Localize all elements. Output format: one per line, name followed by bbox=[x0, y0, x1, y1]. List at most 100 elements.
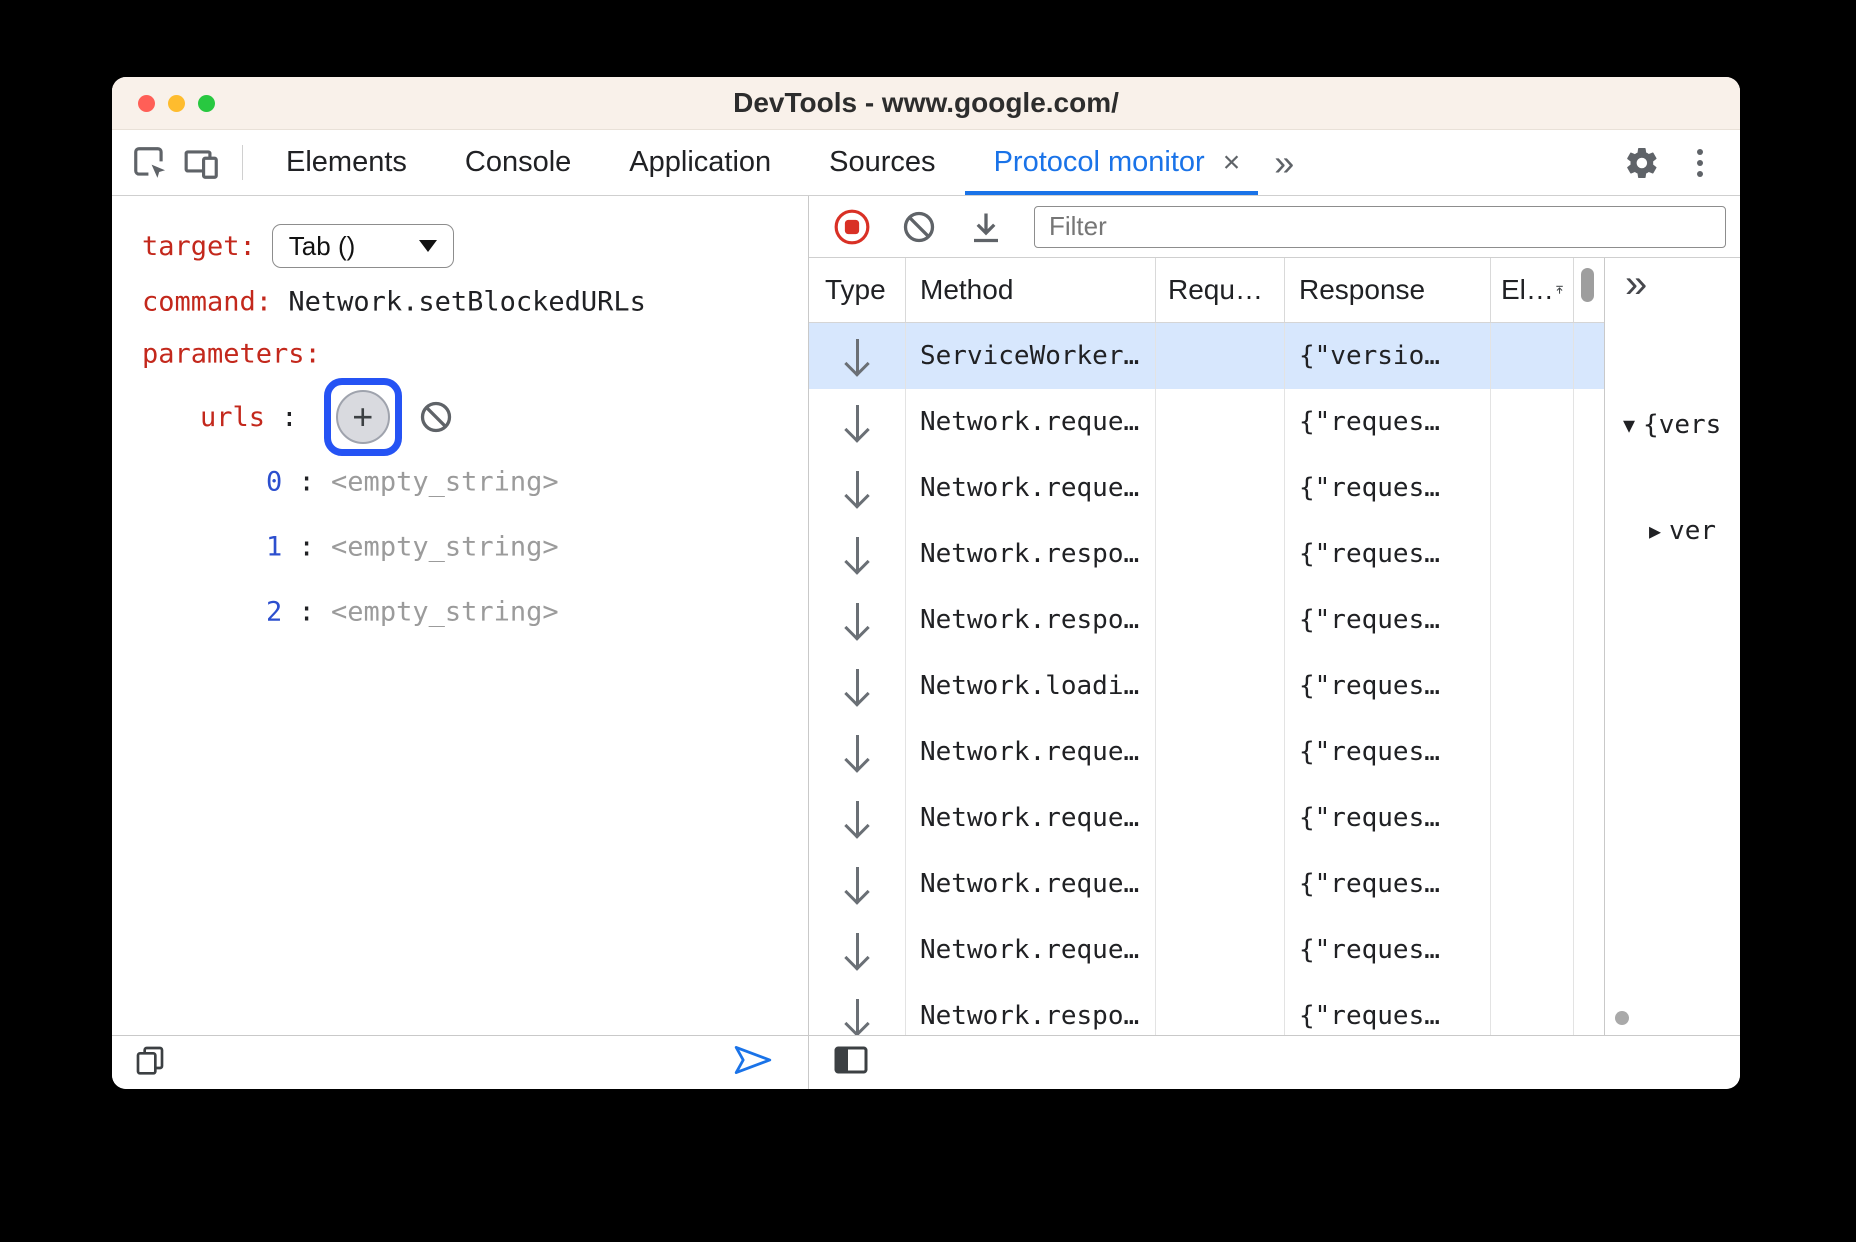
clear-icon bbox=[901, 209, 937, 245]
tab-application[interactable]: Application bbox=[600, 130, 800, 195]
record-button[interactable] bbox=[833, 208, 871, 246]
copy-icon bbox=[134, 1044, 166, 1076]
url-entry-value[interactable]: <empty_string> bbox=[331, 597, 559, 628]
clear-button[interactable] bbox=[900, 208, 938, 246]
table-scrollbar-thumb[interactable] bbox=[1581, 268, 1594, 302]
method-cell: ServiceWorker… bbox=[906, 323, 1156, 389]
tab-sources[interactable]: Sources bbox=[800, 130, 964, 195]
send-command-button[interactable] bbox=[732, 1043, 774, 1082]
received-event-icon bbox=[856, 405, 859, 439]
table-row[interactable]: Network.reque… {"reques… bbox=[809, 719, 1604, 785]
sidebar-scrollbar-thumb[interactable] bbox=[1615, 1011, 1629, 1025]
target-key: target: bbox=[142, 231, 256, 262]
parameters-row: parameters: bbox=[142, 339, 321, 370]
received-event-icon bbox=[856, 339, 859, 373]
table-row[interactable]: Network.loadi… {"reques… bbox=[809, 653, 1604, 719]
method-cell: Network.respo… bbox=[906, 587, 1156, 653]
more-options-button[interactable] bbox=[1678, 141, 1722, 185]
url-entry-value[interactable]: <empty_string> bbox=[331, 467, 559, 498]
expand-sidebar-button[interactable]: » bbox=[1625, 260, 1647, 308]
monitor-body: Type Method Requ… Response El… ServiceWo… bbox=[809, 258, 1740, 1035]
method-cell: Network.loadi… bbox=[906, 653, 1156, 719]
chevron-double-right-icon: » bbox=[1625, 262, 1647, 306]
tree-item-label: ver bbox=[1669, 516, 1716, 546]
response-cell: {"reques… bbox=[1285, 389, 1491, 455]
urls-row: urls : + bbox=[200, 378, 454, 456]
tabbar-tool-icons bbox=[112, 130, 234, 195]
tabbar-separator bbox=[242, 145, 243, 180]
response-cell: {"versio… bbox=[1285, 323, 1491, 389]
received-event-icon bbox=[856, 471, 859, 505]
response-cell: {"reques… bbox=[1285, 521, 1491, 587]
panel-tabs: Elements Console Application Sources Pro… bbox=[257, 130, 1310, 195]
tree-item[interactable]: ▸ ver bbox=[1623, 508, 1740, 554]
response-cell: {"reques… bbox=[1285, 719, 1491, 785]
tab-elements[interactable]: Elements bbox=[257, 130, 436, 195]
delete-parameter-button[interactable] bbox=[418, 399, 454, 435]
maximize-window-button[interactable] bbox=[198, 95, 215, 112]
method-cell: Network.respo… bbox=[906, 521, 1156, 587]
target-row: target: Tab () bbox=[142, 224, 454, 268]
command-value[interactable]: Network.setBlockedURLs bbox=[288, 287, 646, 318]
method-cell: Network.respo… bbox=[906, 983, 1156, 1035]
tab-protocol-monitor[interactable]: Protocol monitor × bbox=[965, 130, 1259, 195]
settings-button[interactable] bbox=[1620, 141, 1664, 185]
traffic-lights bbox=[138, 77, 215, 129]
annotation-highlight: + bbox=[324, 378, 402, 456]
chevron-double-right-icon: » bbox=[1274, 142, 1294, 184]
command-row: command: Network.setBlockedURLs bbox=[142, 287, 646, 318]
url-entry-row[interactable]: 0 : <empty_string> bbox=[266, 467, 559, 498]
toggle-editor-panel-button[interactable] bbox=[833, 1043, 869, 1082]
url-entry-row[interactable]: 1 : <empty_string> bbox=[266, 532, 559, 563]
column-header-request[interactable]: Requ… bbox=[1156, 258, 1285, 322]
tree-item[interactable]: ▾ {vers bbox=[1623, 402, 1740, 448]
received-event-icon bbox=[856, 669, 859, 703]
editor-bottom-bar bbox=[112, 1036, 809, 1089]
table-row[interactable]: Network.reque… {"reques… bbox=[809, 455, 1604, 521]
close-window-button[interactable] bbox=[138, 95, 155, 112]
url-entry-row[interactable]: 2 : <empty_string> bbox=[266, 597, 559, 628]
more-tabs-button[interactable]: » bbox=[1258, 130, 1310, 195]
target-select[interactable]: Tab () bbox=[272, 224, 454, 268]
close-tab-icon[interactable]: × bbox=[1223, 148, 1241, 178]
table-row[interactable]: Network.reque… {"reques… bbox=[809, 785, 1604, 851]
received-event-icon bbox=[856, 603, 859, 637]
response-cell: {"reques… bbox=[1285, 587, 1491, 653]
tabbar-right-controls bbox=[1620, 130, 1740, 195]
triangle-right-icon[interactable]: ▸ bbox=[1649, 517, 1661, 546]
add-url-button[interactable]: + bbox=[336, 390, 390, 444]
table-row[interactable]: Network.respo… {"reques… bbox=[809, 521, 1604, 587]
parameters-key: parameters: bbox=[142, 339, 321, 370]
inspect-element-button[interactable] bbox=[128, 141, 172, 185]
protocol-editor-panel: target: Tab () command: Network.setBlock… bbox=[112, 196, 809, 1035]
filter-input[interactable] bbox=[1034, 206, 1726, 248]
method-cell: Network.reque… bbox=[906, 389, 1156, 455]
dropdown-caret-icon bbox=[419, 240, 437, 252]
table-row[interactable]: Network.reque… {"reques… bbox=[809, 851, 1604, 917]
table-row[interactable]: Network.respo… {"reques… bbox=[809, 587, 1604, 653]
column-header-method[interactable]: Method bbox=[906, 258, 1156, 322]
url-entry-value[interactable]: <empty_string> bbox=[331, 532, 559, 563]
column-header-response[interactable]: Response bbox=[1285, 258, 1491, 322]
monitor-toolbar bbox=[809, 196, 1740, 258]
column-header-type[interactable]: Type bbox=[809, 258, 906, 322]
save-button[interactable] bbox=[967, 208, 1005, 246]
device-toolbar-button[interactable] bbox=[180, 141, 224, 185]
triangle-down-icon[interactable]: ▾ bbox=[1623, 411, 1635, 440]
received-event-icon bbox=[856, 537, 859, 571]
response-tree: ▾ {vers ▸ ver bbox=[1623, 342, 1740, 614]
table-row[interactable]: Network.reque… {"reques… bbox=[809, 917, 1604, 983]
response-cell: {"reques… bbox=[1285, 455, 1491, 521]
table-row[interactable]: ServiceWorker… {"versio… bbox=[809, 323, 1604, 389]
response-cell: {"reques… bbox=[1285, 917, 1491, 983]
column-header-elapsed[interactable]: El… bbox=[1491, 258, 1574, 322]
table-row[interactable]: Network.respo… {"reques… bbox=[809, 983, 1604, 1035]
table-row[interactable]: Network.reque… {"reques… bbox=[809, 389, 1604, 455]
tab-console[interactable]: Console bbox=[436, 130, 600, 195]
copy-command-button[interactable] bbox=[134, 1044, 166, 1081]
method-cell: Network.reque… bbox=[906, 851, 1156, 917]
tab-protocol-monitor-label: Protocol monitor bbox=[994, 146, 1205, 179]
record-stop-icon bbox=[833, 208, 871, 246]
hide-panel-icon bbox=[833, 1043, 869, 1077]
minimize-window-button[interactable] bbox=[168, 95, 185, 112]
